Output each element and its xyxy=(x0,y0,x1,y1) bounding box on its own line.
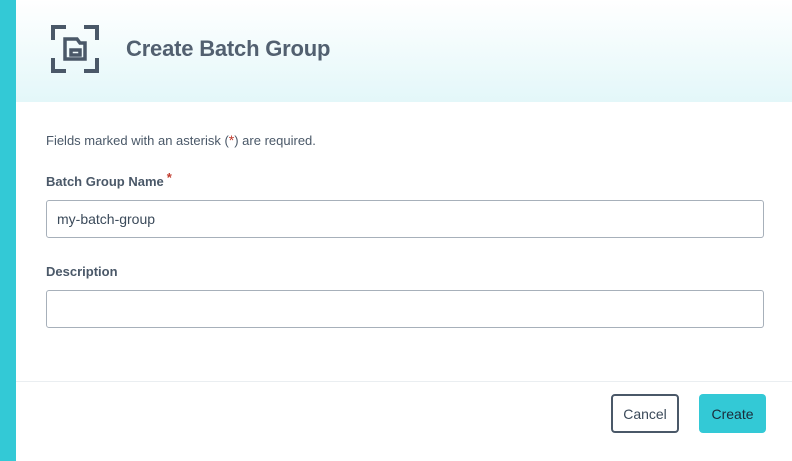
required-marker: * xyxy=(166,170,172,185)
batch-group-icon xyxy=(50,24,100,74)
dialog-header: Create Batch Group xyxy=(16,0,792,102)
batch-group-name-label-text: Batch Group Name xyxy=(46,174,164,189)
required-fields-hint: Fields marked with an asterisk (*) are r… xyxy=(46,132,316,148)
hint-text-after: ) are required. xyxy=(234,133,316,148)
description-label: Description xyxy=(46,264,118,279)
create-batch-group-dialog: Create Batch Group Fields marked with an… xyxy=(16,0,792,461)
batch-group-name-label: Batch Group Name * xyxy=(46,170,172,189)
create-button[interactable]: Create xyxy=(699,394,766,433)
description-input[interactable] xyxy=(46,290,764,328)
left-accent-bar xyxy=(0,0,16,461)
batch-group-name-input[interactable] xyxy=(46,200,764,238)
hint-text-before: Fields marked with an asterisk ( xyxy=(46,133,229,148)
cancel-button[interactable]: Cancel xyxy=(611,394,679,433)
footer-divider xyxy=(16,381,792,382)
dialog-title: Create Batch Group xyxy=(126,36,331,61)
